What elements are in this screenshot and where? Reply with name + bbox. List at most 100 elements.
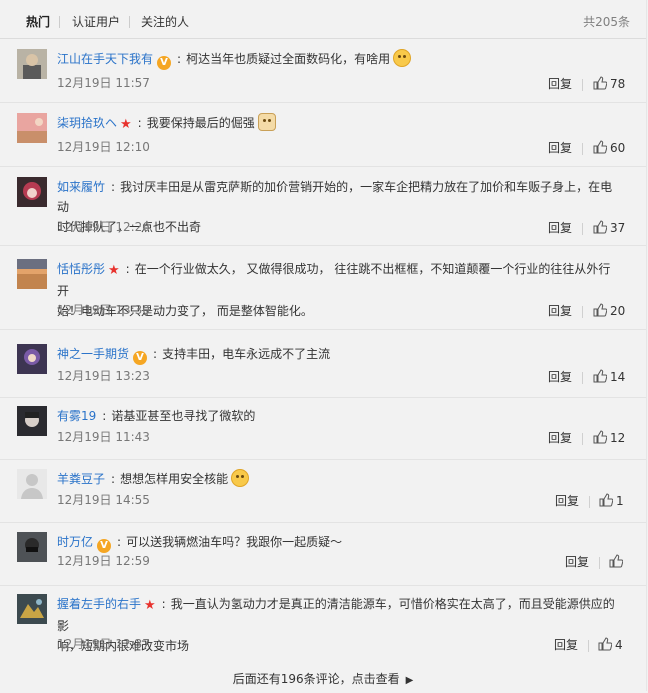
comment-body: 时万亿 V: 可以送我辆燃油车吗？我跟你一起质疑～ <box>57 535 343 553</box>
avatar[interactable] <box>17 469 47 499</box>
star-badge-icon: ★ <box>120 117 132 132</box>
star-badge-icon: ★ <box>108 263 120 278</box>
comment-username[interactable]: 柒玥拾玖ヘ <box>57 116 117 130</box>
reply-button[interactable]: 回复 <box>548 76 572 92</box>
avatar[interactable] <box>17 113 47 143</box>
comment-text: 支持丰田，电车永远成不了主流 <box>162 347 331 361</box>
like-count: 12 <box>610 431 626 445</box>
like-button[interactable]: 78 <box>593 76 625 92</box>
reply-button[interactable]: 回复 <box>548 303 572 319</box>
comment-username[interactable]: 握着左手的右手 <box>57 597 141 611</box>
comment-text: 我讨厌丰田是从雷克萨斯的加价营销开始的，一家车企把精力放在了加价和车贩子身上，在… <box>57 180 613 214</box>
comment-body: 有雾19: 诺基亚甚至也寻找了微软的 <box>57 409 256 423</box>
reply-button[interactable]: 回复 <box>548 140 572 156</box>
comment-username[interactable]: 神之一手期货 <box>57 347 129 361</box>
comment-username[interactable]: 有雾19 <box>57 409 96 423</box>
thumbs-up-icon <box>609 554 623 568</box>
like-button[interactable]: 20 <box>593 303 625 319</box>
star-badge-icon: ★ <box>144 598 156 613</box>
action-divider <box>582 306 583 318</box>
thumbs-up-icon <box>598 637 612 651</box>
comment-item: 握着左手的右手 ★: 我一直认为氢动力才是真正的清洁能源车，可惜价格实在太高了，而且… <box>0 584 646 662</box>
reply-button[interactable]: 回复 <box>548 220 572 236</box>
arrow-right-icon: ▶ <box>405 675 414 686</box>
reply-button[interactable]: 回复 <box>548 430 572 446</box>
comment-time: 12月19日 14:55 <box>57 493 150 507</box>
avatar[interactable] <box>17 177 47 207</box>
comment-time: 12月19日 12:10 <box>57 140 150 154</box>
avatar[interactable] <box>17 594 47 624</box>
comment-item: 如来履竹: 我讨厌丰田是从雷克萨斯的加价营销开始的，一家车企把精力放在了加价和车贩… <box>0 167 646 246</box>
like-button[interactable]: 4 <box>598 637 623 653</box>
comment-username[interactable]: 江山在手天下我有 <box>57 52 153 66</box>
comment-time: 12月19日 12:26 <box>57 220 150 234</box>
comment-body: 柒玥拾玖ヘ ★: 我要保持最后的倔强 <box>57 113 622 135</box>
comment-filter-tabs: 热门 认证用户 关注的人 共205条 <box>0 0 646 39</box>
comment-time: 12月19日 13:23 <box>57 369 150 383</box>
like-count: 78 <box>610 77 626 91</box>
verified-badge-icon: V <box>157 56 172 70</box>
comment-item: 有雾19: 诺基亚甚至也寻找了微软的 12月19日 11:43 回复 12 <box>0 396 646 460</box>
tab-hot[interactable]: 热门 <box>26 13 50 31</box>
avatar[interactable] <box>17 406 47 436</box>
comment-item: 柒玥拾玖ヘ ★: 我要保持最后的倔强 12月19日 12:10 回复 60 <box>0 103 646 167</box>
like-button[interactable]: 1 <box>599 493 624 509</box>
thumbs-up-icon <box>593 76 607 90</box>
comment-username[interactable]: 恬恬彤彤 <box>57 262 105 276</box>
like-button[interactable]: 60 <box>593 140 625 156</box>
like-button[interactable]: 12 <box>593 430 625 446</box>
comment-total-count: 共205条 <box>583 15 630 29</box>
comment-body: 羊粪豆子: 想想怎样用安全核能 <box>57 469 622 489</box>
action-divider <box>582 433 583 445</box>
thumbs-up-icon <box>599 493 613 507</box>
tab-following[interactable]: 关注的人 <box>141 13 189 31</box>
comment-item: 神之一手期货 V: 支持丰田，电车永远成不了主流 12月19日 13:23 回复 1… <box>0 334 646 398</box>
tab-divider <box>59 16 60 28</box>
comment-username[interactable]: 如来履竹 <box>57 180 105 194</box>
comment-time: 12月19日 12:37 <box>57 637 150 651</box>
verified-badge-icon: V <box>97 539 112 553</box>
comment-item: 时万亿 V: 可以送我辆燃油车吗？我跟你一起质疑～ 12月19日 12:59 回复 <box>0 522 646 586</box>
comment-text: 想想怎样用安全核能 <box>120 472 229 486</box>
comment-text: 在一个行业做太久， 又做得很成功， 往往跳不出框框，不知道颠覆一个行业的往往从外… <box>57 262 611 298</box>
like-button[interactable] <box>609 554 626 570</box>
reply-button[interactable]: 回复 <box>555 493 579 509</box>
avatar[interactable] <box>17 49 47 79</box>
comment-item: 恬恬彤彤 ★: 在一个行业做太久， 又做得很成功， 往往跳不出框框，不知道颠覆一个行… <box>0 249 646 330</box>
like-count: 60 <box>610 141 626 155</box>
verified-badge-icon: V <box>133 351 148 365</box>
thumbs-up-icon <box>593 220 607 234</box>
smile-emoji-icon <box>393 49 412 67</box>
like-count: 1 <box>616 494 624 508</box>
thumbs-up-icon <box>593 303 607 317</box>
view-more-label: 后面还有196条评论，点击查看 <box>232 672 400 686</box>
like-button[interactable]: 14 <box>593 369 625 385</box>
comment-text: 我要保持最后的倔强 <box>146 116 255 130</box>
reply-button[interactable]: 回复 <box>554 637 578 653</box>
comment-item: 羊粪豆子: 想想怎样用安全核能 12月19日 14:55 回复 1 <box>0 459 646 523</box>
view-more-comments-link[interactable]: 后面还有196条评论，点击查看 ▶ <box>0 667 646 691</box>
action-divider <box>599 557 600 569</box>
reply-button[interactable]: 回复 <box>548 369 572 385</box>
cat-emoji-icon <box>257 113 276 131</box>
comment-time: 12月19日 11:43 <box>57 430 150 444</box>
avatar[interactable] <box>17 532 47 562</box>
reply-button[interactable]: 回复 <box>565 554 589 570</box>
comment-time: 12月19日 13:30 <box>57 303 150 317</box>
action-divider <box>582 79 583 91</box>
tab-verified-users[interactable]: 认证用户 <box>72 13 120 31</box>
avatar[interactable] <box>17 344 47 374</box>
avatar[interactable] <box>17 259 47 289</box>
thumbs-up-icon <box>593 430 607 444</box>
comment-time: 12月19日 12:59 <box>57 554 150 568</box>
thumbs-up-icon <box>593 140 607 154</box>
like-button[interactable]: 37 <box>593 220 625 236</box>
comments-panel: 热门 认证用户 关注的人 共205条 江山在手天下我有 V: 柯达当年也质疑过全面数… <box>0 0 647 691</box>
tab-divider <box>129 16 130 28</box>
comment-item: 江山在手天下我有 V: 柯达当年也质疑过全面数码化，有啥用 12月19日 11:57… <box>0 39 646 103</box>
comment-body: 神之一手期货 V: 支持丰田，电车永远成不了主流 <box>57 347 331 365</box>
comment-username[interactable]: 时万亿 <box>57 535 93 549</box>
like-count: 37 <box>610 221 626 235</box>
comment-username[interactable]: 羊粪豆子 <box>57 472 105 486</box>
action-divider <box>582 143 583 155</box>
